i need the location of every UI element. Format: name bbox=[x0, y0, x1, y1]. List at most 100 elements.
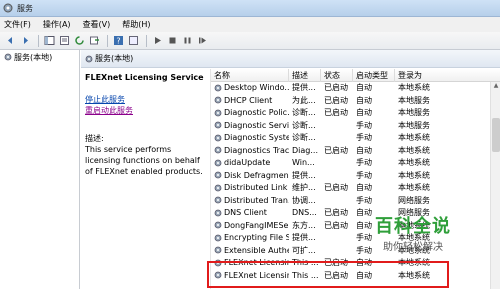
gear-icon bbox=[214, 96, 222, 104]
service-name: DNS Client bbox=[224, 208, 267, 217]
service-name: Extensible Authe... bbox=[224, 245, 289, 255]
cell-name: Disk Defragmen... bbox=[211, 170, 289, 183]
help-icon[interactable]: ? bbox=[112, 35, 124, 47]
column-header-name[interactable]: 名称 bbox=[211, 69, 289, 82]
service-name: Diagnostic Servi... bbox=[224, 120, 289, 130]
table-row[interactable]: Diagnostic Syste...诊断... 手动 本地系统 bbox=[211, 132, 491, 145]
table-row[interactable]: Distributed Link ...维护... 已启动自动 本地系统 bbox=[211, 182, 491, 195]
cell-status: 已启动 bbox=[324, 183, 348, 192]
service-name: DongFangIMESe... bbox=[224, 220, 289, 230]
menu-action[interactable]: 操作(A) bbox=[43, 19, 71, 30]
cell-description: 提供... bbox=[292, 233, 316, 242]
cell-description: Win... bbox=[292, 158, 315, 167]
cell-description: DNS... bbox=[292, 208, 317, 217]
cell-name: Diagnostic Servi... bbox=[211, 120, 289, 133]
service-name: didaUpdate bbox=[224, 158, 271, 167]
toolbar-separator bbox=[107, 34, 108, 47]
cell-startup-type: 自动 bbox=[356, 258, 372, 267]
table-row[interactable]: Diagnostic Polic... 诊断... 已启动 自动 本地服务 bbox=[211, 107, 491, 120]
cell-description: This ... bbox=[292, 258, 319, 267]
table-row[interactable]: Diagnostic Servi...诊断... 手动 本地服务 bbox=[211, 120, 491, 133]
cell-description: 维护... bbox=[292, 183, 316, 192]
cell-name: Diagnostics Trac... bbox=[211, 145, 289, 158]
menu-bar: 文件(F) 操作(A) 查看(V) 帮助(H) bbox=[0, 17, 500, 32]
menu-view[interactable]: 查看(V) bbox=[83, 19, 111, 30]
cell-status bbox=[321, 120, 353, 133]
table-row[interactable]: Diagnostics Trac...Diag... 已启动自动 本地系统 bbox=[211, 145, 491, 158]
table-row[interactable]: DHCP Client 为此... 已启动 自动 本地服务 bbox=[211, 95, 491, 108]
cell-name: didaUpdate bbox=[211, 157, 289, 170]
scroll-up-icon[interactable]: ▲ bbox=[491, 82, 500, 91]
gear-icon bbox=[214, 121, 222, 129]
export-icon[interactable] bbox=[88, 35, 100, 47]
cell-startup-type: 手动 bbox=[356, 120, 372, 130]
cell-description: 为此... bbox=[292, 95, 316, 105]
cell-startup-type: 自动 bbox=[356, 183, 372, 192]
menu-help[interactable]: 帮助(H) bbox=[122, 19, 150, 30]
cell-startup-type: 手动 bbox=[356, 170, 372, 180]
column-header-log-on-as[interactable]: 登录为 bbox=[395, 69, 491, 82]
service-name: Diagnostic Syste... bbox=[224, 133, 289, 142]
scrollbar-thumb[interactable] bbox=[492, 118, 500, 152]
stop-icon[interactable] bbox=[166, 35, 178, 47]
table-row[interactable]: Desktop Windo... 提供... 已启动 自动 本地系统 bbox=[211, 82, 491, 95]
pane-header-label: 服务(本地) bbox=[95, 54, 134, 63]
cell-status bbox=[321, 232, 353, 245]
forward-icon[interactable] bbox=[19, 35, 31, 47]
column-header-status[interactable]: 状态 bbox=[321, 69, 353, 82]
cell-status: 已启动 bbox=[324, 83, 348, 92]
table-row[interactable]: Distributed Tran... 协调... 手动 网络服务 bbox=[211, 195, 491, 208]
gear-icon bbox=[214, 221, 222, 229]
cell-description: 诊断... bbox=[292, 120, 316, 130]
column-header-startup-type[interactable]: 启动类型 bbox=[353, 69, 395, 82]
cell-log-on-as: 本地服务 bbox=[398, 108, 430, 117]
service-name: Encrypting File S... bbox=[224, 233, 289, 242]
description-text: This service performs licensing function… bbox=[85, 145, 203, 176]
table-row[interactable]: FLEXnet Licensin...This ... 已启动自动 本地系统 bbox=[211, 270, 491, 283]
cell-description: 可扩... bbox=[292, 245, 316, 255]
gear-icon bbox=[214, 159, 222, 167]
cell-log-on-as: 本地系统 bbox=[398, 170, 430, 180]
pause-icon[interactable] bbox=[181, 35, 193, 47]
gear-icon bbox=[214, 259, 222, 267]
services-app-icon bbox=[3, 3, 13, 13]
cell-status: 已启动 bbox=[324, 270, 348, 280]
column-header-description[interactable]: 描述 bbox=[289, 69, 321, 82]
tree-item-services-local[interactable]: 服务(本地) bbox=[0, 50, 79, 64]
table-row[interactable]: Disk Defragmen...提供... 手动 本地系统 bbox=[211, 170, 491, 183]
console-icon[interactable] bbox=[127, 35, 139, 47]
window-title: 服务 bbox=[17, 3, 33, 13]
back-icon[interactable] bbox=[4, 35, 16, 47]
watermark: 百科全说 助你轻松解决 bbox=[363, 212, 463, 253]
gear-icon bbox=[214, 146, 222, 154]
cell-name: Distributed Tran... bbox=[211, 195, 289, 208]
cell-status bbox=[321, 195, 353, 208]
cell-startup-type: 自动 bbox=[356, 83, 372, 92]
gear-icon bbox=[85, 55, 93, 63]
cell-name: DNS Client bbox=[211, 207, 289, 220]
cell-startup-type: 自动 bbox=[356, 95, 372, 105]
table-row[interactable]: didaUpdate Win... 手动 本地系统 bbox=[211, 157, 491, 170]
cell-log-on-as: 本地系统 bbox=[398, 133, 430, 142]
cell-status bbox=[321, 132, 353, 145]
properties-icon[interactable] bbox=[58, 35, 70, 47]
table-row[interactable]: FLEXnet Licensin...This ... 已启动自动 本地系统 bbox=[211, 257, 491, 270]
restart-icon[interactable] bbox=[196, 35, 208, 47]
start-icon[interactable] bbox=[151, 35, 163, 47]
cell-status: 已启动 bbox=[324, 258, 348, 267]
menu-file[interactable]: 文件(F) bbox=[4, 19, 31, 30]
gear-icon bbox=[214, 209, 222, 217]
vertical-scrollbar[interactable]: ▲ bbox=[490, 82, 500, 289]
service-name: Distributed Link ... bbox=[224, 183, 289, 192]
service-name: FLEXnet Licensin... bbox=[224, 258, 289, 267]
cell-startup-type: 手动 bbox=[356, 195, 372, 205]
gear-icon bbox=[214, 109, 222, 117]
cell-description: 提供... bbox=[292, 83, 316, 92]
cell-name: Desktop Windo... bbox=[211, 82, 289, 95]
restart-service-link[interactable]: 重启动此服务 bbox=[85, 105, 207, 116]
refresh-icon[interactable] bbox=[73, 35, 85, 47]
stop-service-link[interactable]: 停止此服务 bbox=[85, 94, 207, 105]
console-tree-icon[interactable] bbox=[43, 35, 55, 47]
cell-status bbox=[321, 245, 353, 258]
cell-name: Distributed Link ... bbox=[211, 182, 289, 195]
